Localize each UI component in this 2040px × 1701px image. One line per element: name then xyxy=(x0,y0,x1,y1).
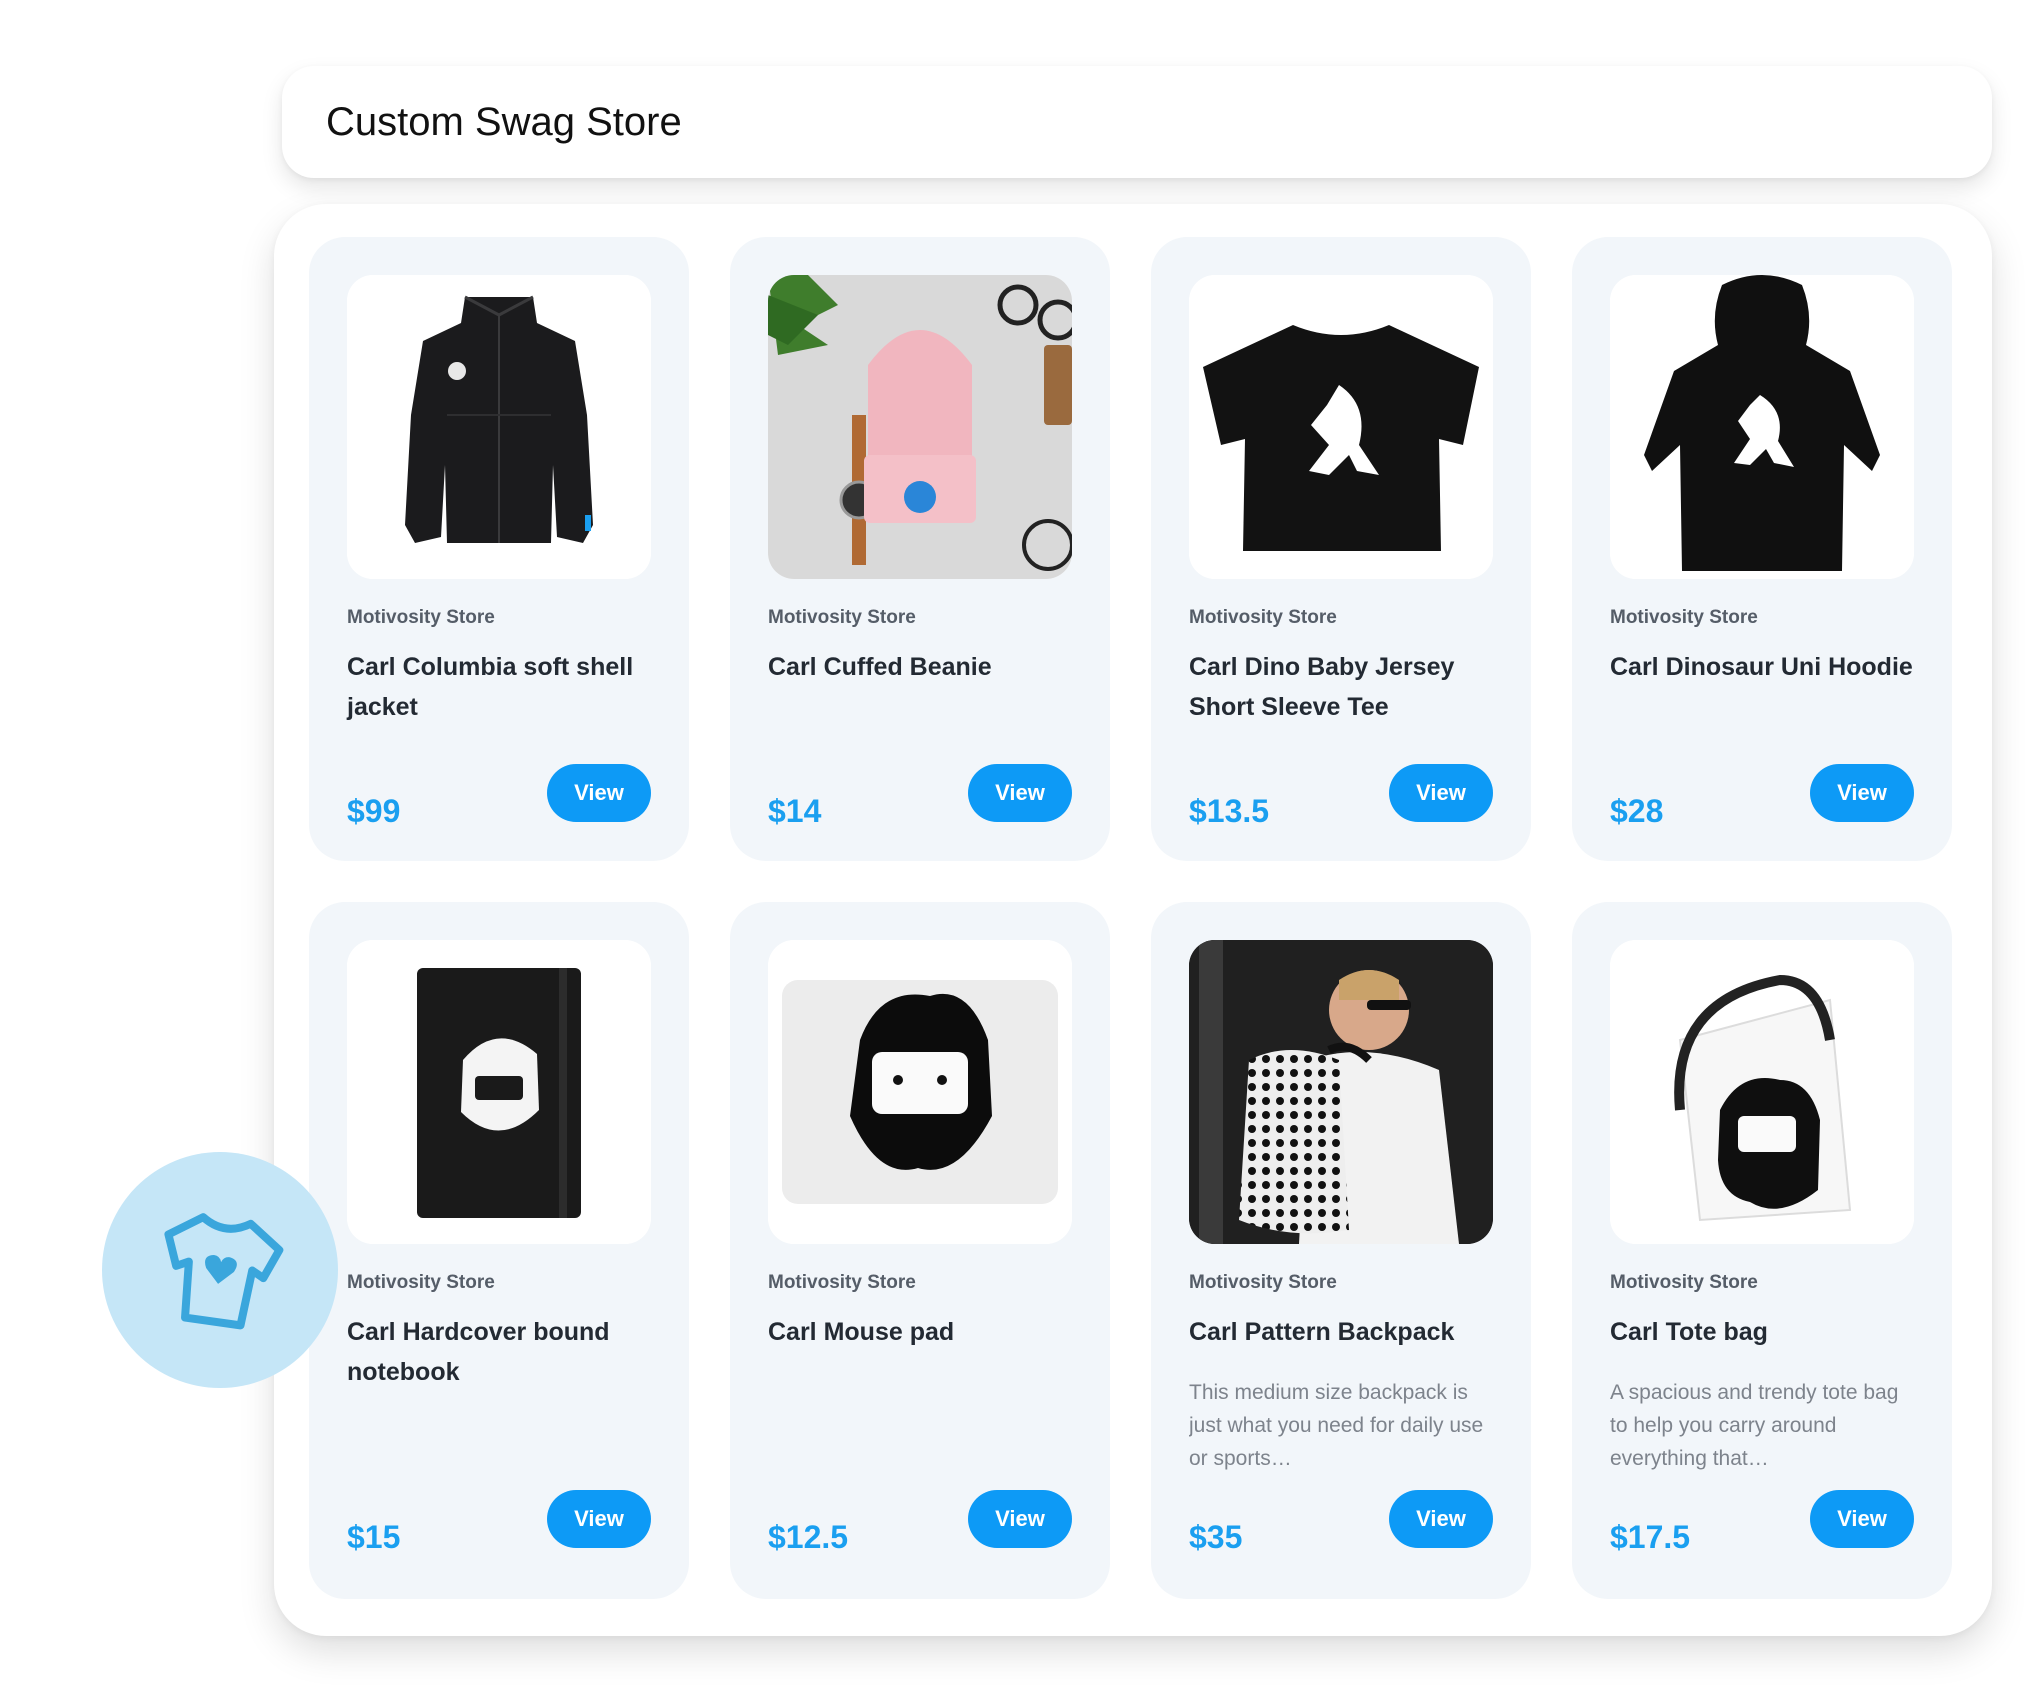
view-button[interactable]: View xyxy=(547,764,651,822)
product-description: A spacious and trendy tote bag to help y… xyxy=(1610,1381,1899,1470)
swag-badge xyxy=(102,1152,338,1388)
product-price: $12.5 xyxy=(768,1519,849,1555)
view-button[interactable]: View xyxy=(968,764,1072,822)
product-image-notebook[interactable] xyxy=(347,940,651,1244)
view-button[interactable]: View xyxy=(1389,1490,1493,1548)
store-label: Motivosity Store xyxy=(1189,1272,1337,1293)
product-card[interactable]: Motivosity Store Carl Tote bag A spaciou… xyxy=(1572,902,1952,1599)
store-label: Motivosity Store xyxy=(1189,607,1337,628)
product-title[interactable]: Carl Dinosaur Uni Hoodie xyxy=(1610,647,1920,687)
product-card[interactable]: Motivosity Store Carl Columbia soft shel… xyxy=(309,237,689,861)
product-card[interactable]: Motivosity Store Carl Dino Baby Jersey S… xyxy=(1151,237,1531,861)
view-button[interactable]: View xyxy=(1810,764,1914,822)
product-title[interactable]: Carl Mouse pad xyxy=(768,1312,1078,1352)
store-label: Motivosity Store xyxy=(1610,1272,1758,1293)
product-image-backpack[interactable] xyxy=(1189,940,1493,1244)
product-title[interactable]: Carl Columbia soft shell jacket xyxy=(347,647,657,727)
product-price: $17.5 xyxy=(1610,1519,1691,1555)
product-price: $14 xyxy=(768,793,822,829)
product-title[interactable]: Carl Tote bag xyxy=(1610,1312,1920,1352)
product-card[interactable]: Motivosity Store Carl Pattern Backpack T… xyxy=(1151,902,1531,1599)
store-label: Motivosity Store xyxy=(347,1272,495,1293)
product-image-tee[interactable] xyxy=(1189,275,1493,579)
page-title: Custom Swag Store xyxy=(326,99,682,144)
store-label: Motivosity Store xyxy=(768,1272,916,1293)
view-button[interactable]: View xyxy=(968,1490,1072,1548)
product-card[interactable]: Motivosity Store Carl Mouse pad $12.5 Vi… xyxy=(730,902,1110,1599)
store-label: Motivosity Store xyxy=(1610,607,1758,628)
view-button[interactable]: View xyxy=(547,1490,651,1548)
product-grid: Motivosity Store Carl Columbia soft shel… xyxy=(274,204,1992,1636)
view-button[interactable]: View xyxy=(1810,1490,1914,1548)
product-card[interactable]: Motivosity Store Carl Dinosaur Uni Hoodi… xyxy=(1572,237,1952,861)
product-title[interactable]: Carl Dino Baby Jersey Short Sleeve Tee xyxy=(1189,647,1499,727)
product-image-totebag[interactable] xyxy=(1610,940,1914,1244)
product-title[interactable]: Carl Hardcover bound notebook xyxy=(347,1312,657,1392)
store-header: Custom Swag Store xyxy=(282,66,1992,178)
store-label: Motivosity Store xyxy=(768,607,916,628)
product-price: $13.5 xyxy=(1189,793,1270,829)
product-title[interactable]: Carl Cuffed Beanie xyxy=(768,647,1078,687)
store-label: Motivosity Store xyxy=(347,607,495,628)
product-card[interactable]: Motivosity Store Carl Cuffed Beanie $14 … xyxy=(730,237,1110,861)
product-price: $28 xyxy=(1610,793,1664,829)
product-price: $99 xyxy=(347,793,401,829)
tshirt-heart-icon xyxy=(164,1213,284,1330)
product-image-jacket[interactable] xyxy=(347,275,651,579)
product-card[interactable]: Motivosity Store Carl Hardcover bound no… xyxy=(309,902,689,1599)
product-price: $35 xyxy=(1189,1519,1243,1555)
product-image-beanie[interactable] xyxy=(768,275,1072,579)
product-image-mousepad[interactable] xyxy=(768,940,1072,1244)
product-price: $15 xyxy=(347,1519,401,1555)
product-title[interactable]: Carl Pattern Backpack xyxy=(1189,1312,1499,1352)
product-image-hoodie[interactable] xyxy=(1610,275,1914,579)
view-button[interactable]: View xyxy=(1389,764,1493,822)
product-description: This medium size backpack is just what y… xyxy=(1189,1381,1484,1470)
